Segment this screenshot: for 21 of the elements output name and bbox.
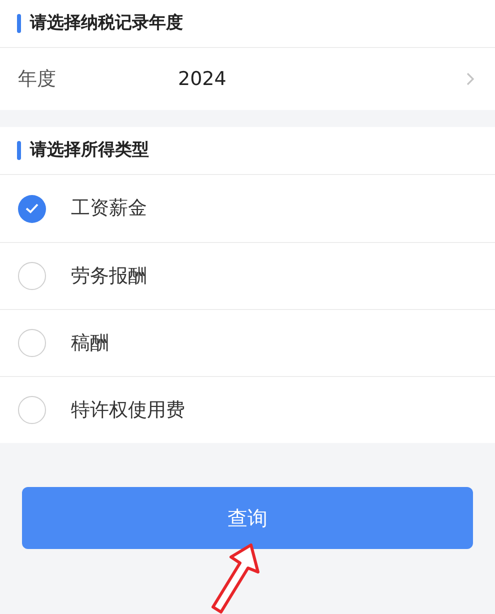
radio-button[interactable]: [18, 329, 46, 357]
accent-bar: [17, 141, 21, 160]
field-value: 2024: [178, 66, 228, 92]
radio-option[interactable]: 劳务报酬: [0, 242, 495, 309]
radio-option[interactable]: 特许权使用费: [0, 376, 495, 443]
option-label: 工资薪金: [71, 196, 147, 222]
radio-button[interactable]: [18, 396, 46, 424]
radio-button[interactable]: [18, 194, 46, 222]
field-label: 年度: [18, 66, 57, 92]
option-label: 特许权使用费: [71, 398, 185, 423]
chevron-right-icon: [466, 72, 475, 86]
radio-button[interactable]: [18, 262, 46, 290]
option-label: 稿酬: [71, 330, 109, 356]
year-selector[interactable]: 年度 2024: [0, 48, 495, 110]
accent-bar: [17, 14, 21, 33]
checkmark-icon: [25, 203, 39, 214]
radio-option[interactable]: 工资薪金: [0, 175, 495, 242]
radio-option[interactable]: 稿酬: [0, 309, 495, 376]
section-title: 请选择所得类型: [30, 138, 149, 162]
section-title: 请选择纳税记录年度: [30, 12, 183, 35]
option-label: 劳务报酬: [71, 264, 147, 289]
